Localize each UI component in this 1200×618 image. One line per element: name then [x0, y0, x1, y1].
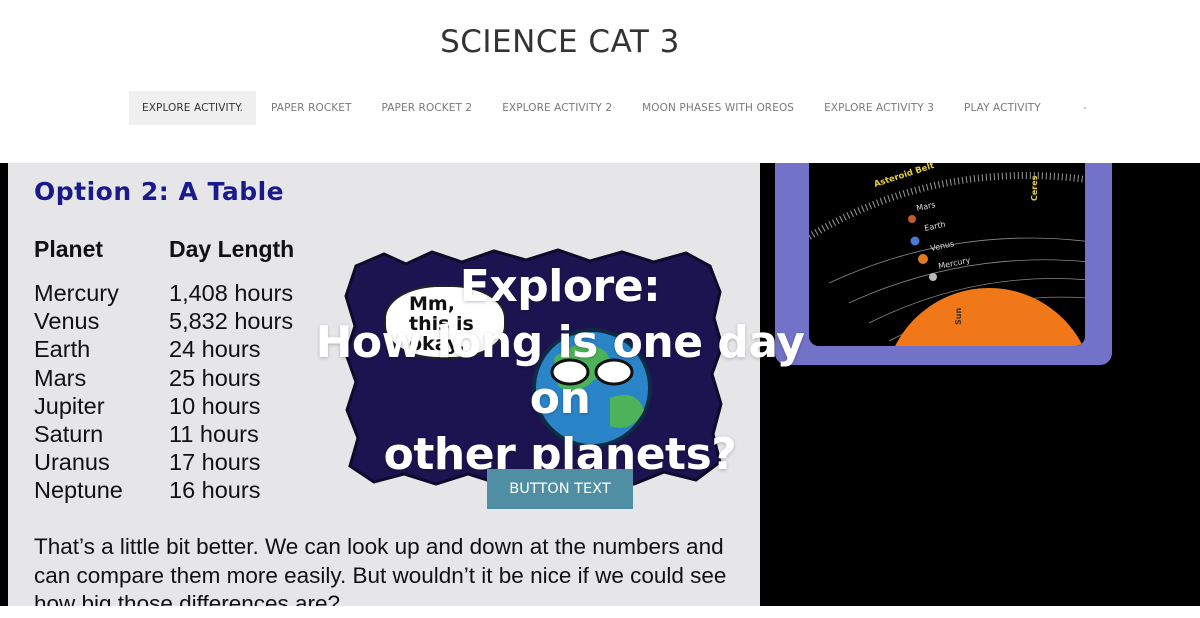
table-header-planet: Planet	[34, 236, 104, 262]
site-header: SCIENCE CAT 3 EXPLORE ACTIVITY. PAPER RO…	[0, 0, 1200, 163]
planet-venus	[918, 254, 928, 264]
table-row: Saturn 11 hours	[34, 420, 293, 448]
nav-item-paper-rocket-2[interactable]: PAPER ROCKET 2	[367, 91, 488, 125]
nav-item-moon-phases[interactable]: MOON PHASES WITH OREOS	[627, 91, 809, 125]
planet-name: Jupiter	[34, 392, 105, 419]
day-length: 17 hours	[169, 449, 261, 476]
planet-name: Earth	[34, 336, 91, 363]
nav-item-explore-activity[interactable]: EXPLORE ACTIVITY.	[129, 91, 257, 125]
day-length: 24 hours	[169, 336, 261, 363]
slide-option-title: Option 2: A Table	[34, 177, 285, 206]
planet-mercury	[929, 273, 937, 281]
main-nav: EXPLORE ACTIVITY. PAPER ROCKET PAPER ROC…	[129, 91, 1086, 125]
hero-cta-button[interactable]: BUTTON TEXT	[487, 469, 633, 509]
sun-label: Sun	[954, 308, 963, 325]
planet-table: Mercury 1,408 hours Venus 5,832 hours Eart…	[34, 279, 293, 505]
hero-heading-line: Explore:	[459, 261, 661, 312]
planet-name: Mars	[34, 364, 87, 391]
day-length: 25 hours	[169, 364, 261, 391]
day-length: 10 hours	[169, 392, 261, 419]
nav-item-paper-rocket[interactable]: PAPER ROCKET	[256, 91, 366, 125]
day-length: 5,832 hours	[169, 308, 294, 335]
table-row: Mercury 1,408 hours	[34, 279, 293, 307]
day-length: 1,408 hours	[169, 280, 294, 306]
nav-item-explore-activity-2[interactable]: EXPLORE ACTIVITY 2	[487, 91, 627, 125]
planet-mars	[908, 215, 916, 223]
planet-name: Saturn	[34, 420, 104, 447]
day-length: 16 hours	[169, 477, 261, 504]
table-row: Jupiter 10 hours	[34, 392, 293, 420]
planet-name: Neptune	[34, 477, 123, 504]
table-row: Mars 25 hours	[34, 364, 293, 392]
hero-banner: Option 2: A Table Planet Day Length Merc…	[0, 163, 1200, 606]
ceres-label: Ceres	[1030, 175, 1039, 201]
solar-system-diagram: Asteroid Belt Ceres Mars Earth Venus Mer…	[809, 163, 1085, 346]
day-length: 11 hours	[169, 420, 259, 447]
table-header-day-length: Day Length	[169, 236, 295, 262]
nav-item-explore-activity-3[interactable]: EXPLORE ACTIVITY 3	[809, 91, 949, 125]
table-row: Uranus 17 hours	[34, 448, 293, 476]
planet-earth	[910, 236, 920, 246]
nav-more-dot[interactable]	[1083, 107, 1086, 109]
table-row: Earth 24 hours	[34, 335, 293, 363]
table-row: Neptune 16 hours	[34, 476, 293, 504]
hero-heading: Explore: How long is one day on other pl…	[280, 259, 840, 483]
planet-name: Venus	[34, 308, 100, 335]
hero-heading-line: How long is one day on	[315, 317, 805, 424]
site-title[interactable]: SCIENCE CAT 3	[0, 24, 1120, 60]
slide-paragraph: That’s a little bit better. We can look …	[34, 534, 727, 606]
table-row: Venus 5,832 hours	[34, 307, 293, 335]
planet-name: Mercury	[34, 280, 119, 306]
nav-item-play-activity[interactable]: PLAY ACTIVITY	[949, 91, 1056, 125]
planet-name: Uranus	[34, 449, 110, 476]
